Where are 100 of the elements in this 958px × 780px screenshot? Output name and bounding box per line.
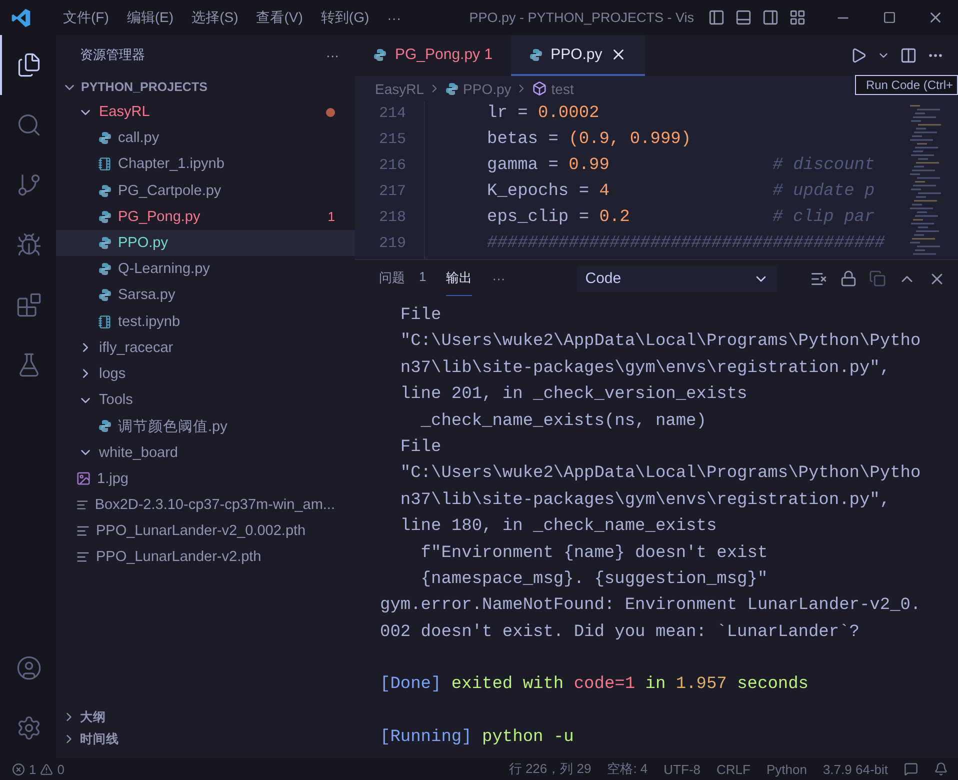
sidebar-title: 资源管理器	[80, 46, 145, 64]
file-item[interactable]: Sarsa.py	[56, 282, 355, 308]
line-number: 219	[378, 234, 406, 254]
feedback-icon[interactable]	[904, 762, 918, 776]
file-item[interactable]: call.py	[56, 125, 355, 152]
file-item[interactable]: Q-Learning.py	[56, 256, 355, 282]
channel-dropdown[interactable]: Code	[577, 266, 778, 292]
file-item[interactable]: test.ipynb	[56, 308, 355, 335]
file-item[interactable]: PG_Pong.py 1	[56, 204, 355, 230]
editor-tab[interactable]: PPO.py	[510, 35, 646, 76]
status-item[interactable]: 3.7.9 64-bit	[822, 762, 888, 776]
status-item[interactable]: UTF-8	[664, 762, 701, 776]
file-item[interactable]: PG_Cartpole.py	[56, 178, 355, 204]
menu-item[interactable]: 转到(G)	[312, 8, 378, 26]
file-item[interactable]: 调节颜色阈值.py	[56, 413, 355, 440]
line-number: 216	[378, 156, 406, 176]
output-line: line 180, in _check_name_exists	[399, 516, 718, 538]
python-file-icon	[98, 184, 112, 198]
problem-count: 1	[328, 209, 335, 224]
file-item[interactable]: PPO.py	[56, 230, 355, 256]
status-item[interactable]: CRLF	[716, 762, 750, 776]
menu-item[interactable]: 编辑(E)	[118, 8, 183, 26]
menu-item[interactable]: 文件(F)	[54, 8, 118, 26]
python-file-icon	[528, 48, 543, 62]
section-title[interactable]: 时间线	[80, 730, 119, 748]
python-file-icon	[98, 419, 112, 434]
split-editor-icon[interactable]	[900, 47, 917, 64]
line-number: 214	[378, 104, 406, 124]
breadcrumb[interactable]: PPO.py	[463, 80, 512, 96]
python-file-icon	[373, 48, 387, 62]
breadcrumb[interactable]: EasyRL	[375, 80, 424, 96]
notebook-icon	[98, 157, 112, 172]
more-actions[interactable]: ···	[326, 48, 339, 62]
panel-tab[interactable]: 输出	[446, 261, 472, 296]
output-line: n37\lib\site-packages\gym\envs\registration.py",	[399, 358, 892, 380]
panel-toggle-icon[interactable]	[735, 9, 752, 26]
line-number: 215	[378, 130, 406, 150]
maximize-icon[interactable]	[882, 11, 896, 24]
file-item[interactable]: PPO_LunarLander-v2_0.002.pth	[56, 518, 355, 544]
account-icon	[16, 655, 42, 681]
output-line: gym.error.NameNotFound: Environment LunarLander-v2_0.	[380, 595, 922, 618]
output-line: n37\lib\site-packages\gym\envs\registration.py",	[399, 490, 892, 512]
code-line: eps_clip = 0.2 # clip par	[487, 207, 876, 229]
folder-item[interactable]: EasyRL	[56, 99, 355, 126]
python-file-icon	[98, 262, 112, 276]
code-line: #######################################	[487, 233, 886, 255]
python-file-icon	[98, 210, 112, 224]
folder-item[interactable]: logs	[56, 360, 355, 388]
lock-icon[interactable]	[840, 270, 857, 287]
file-item[interactable]: 1.jpg	[56, 466, 355, 492]
output-line: {namespace_msg}. {suggestion_msg}"	[420, 568, 769, 591]
files-icon	[16, 52, 42, 78]
error-count[interactable]: 1	[29, 762, 36, 776]
menu-item[interactable]: 查看(V)	[247, 8, 312, 26]
app-logo	[10, 6, 32, 28]
section-title[interactable]: PYTHON_PROJECTS	[81, 80, 208, 94]
blocks-icon	[16, 292, 42, 318]
file-item[interactable]: Chapter_1.ipynb	[56, 151, 355, 178]
folder-item[interactable]: ifly_racecar	[56, 334, 355, 361]
python-file-icon	[445, 82, 460, 96]
output-line: 002 doesn't exist. Did you mean: `LunarLander`?	[380, 622, 860, 644]
folder-item[interactable]: Tools	[56, 387, 355, 414]
more-actions[interactable]: ···	[492, 271, 506, 286]
text-file-icon	[76, 550, 90, 564]
window-title: PPO.py - PYTHON_PROJECTS - Vis	[468, 10, 695, 25]
warning-count[interactable]: 0	[57, 762, 64, 776]
layout-icon[interactable]	[789, 9, 806, 26]
line-number: 217	[378, 182, 406, 202]
warning-icon[interactable]	[40, 762, 54, 776]
code-line: betas = (0.9, 0.999)	[487, 129, 692, 151]
run-icon[interactable]	[850, 47, 867, 64]
output-line: line 201, in _check_version_exists	[399, 384, 748, 406]
status-item[interactable]: Python	[766, 762, 807, 776]
python-file-icon	[98, 131, 112, 146]
file-item[interactable]: Box2D-2.3.10-cp37-cp37m-win_am...	[56, 492, 355, 518]
python-file-icon	[98, 288, 112, 302]
status-item[interactable]: 空格: 4	[607, 760, 648, 778]
menu-item[interactable]: ···	[378, 10, 410, 26]
output-line: File	[399, 305, 442, 327]
text-file-icon	[76, 524, 90, 538]
output-line: [Done] exited with code=1 in 1.957 seconds	[380, 674, 810, 696]
section-title[interactable]: 大纲	[80, 708, 106, 726]
error-icon[interactable]	[12, 762, 25, 776]
text-file-icon	[76, 498, 89, 512]
settings-icon	[16, 715, 42, 741]
code-line: K_epochs = 4 # update p	[487, 181, 876, 203]
editor-tab[interactable]: PG_Pong.py 1	[355, 35, 511, 76]
tooltip: Run Code (Ctrl+	[854, 75, 958, 95]
folder-item[interactable]: white_board	[56, 439, 355, 466]
file-item[interactable]: PPO_LunarLander-v2.pth	[56, 544, 355, 570]
line-number: 218	[378, 208, 406, 228]
branch-icon	[16, 172, 42, 198]
output-line: "C:\Users\wuke2\AppData\Local\Programs\Python\Pytho	[399, 463, 922, 486]
breadcrumb[interactable]: test	[551, 80, 574, 96]
status-item[interactable]: 行 226，列 29	[508, 760, 592, 778]
secondary-sidebar-icon[interactable]	[762, 9, 779, 26]
bell-icon[interactable]	[934, 762, 948, 776]
menu-item[interactable]: 选择(S)	[182, 8, 248, 26]
sidebar-toggle-icon[interactable]	[708, 9, 725, 26]
panel-tab[interactable]: 问题 1	[379, 261, 426, 296]
